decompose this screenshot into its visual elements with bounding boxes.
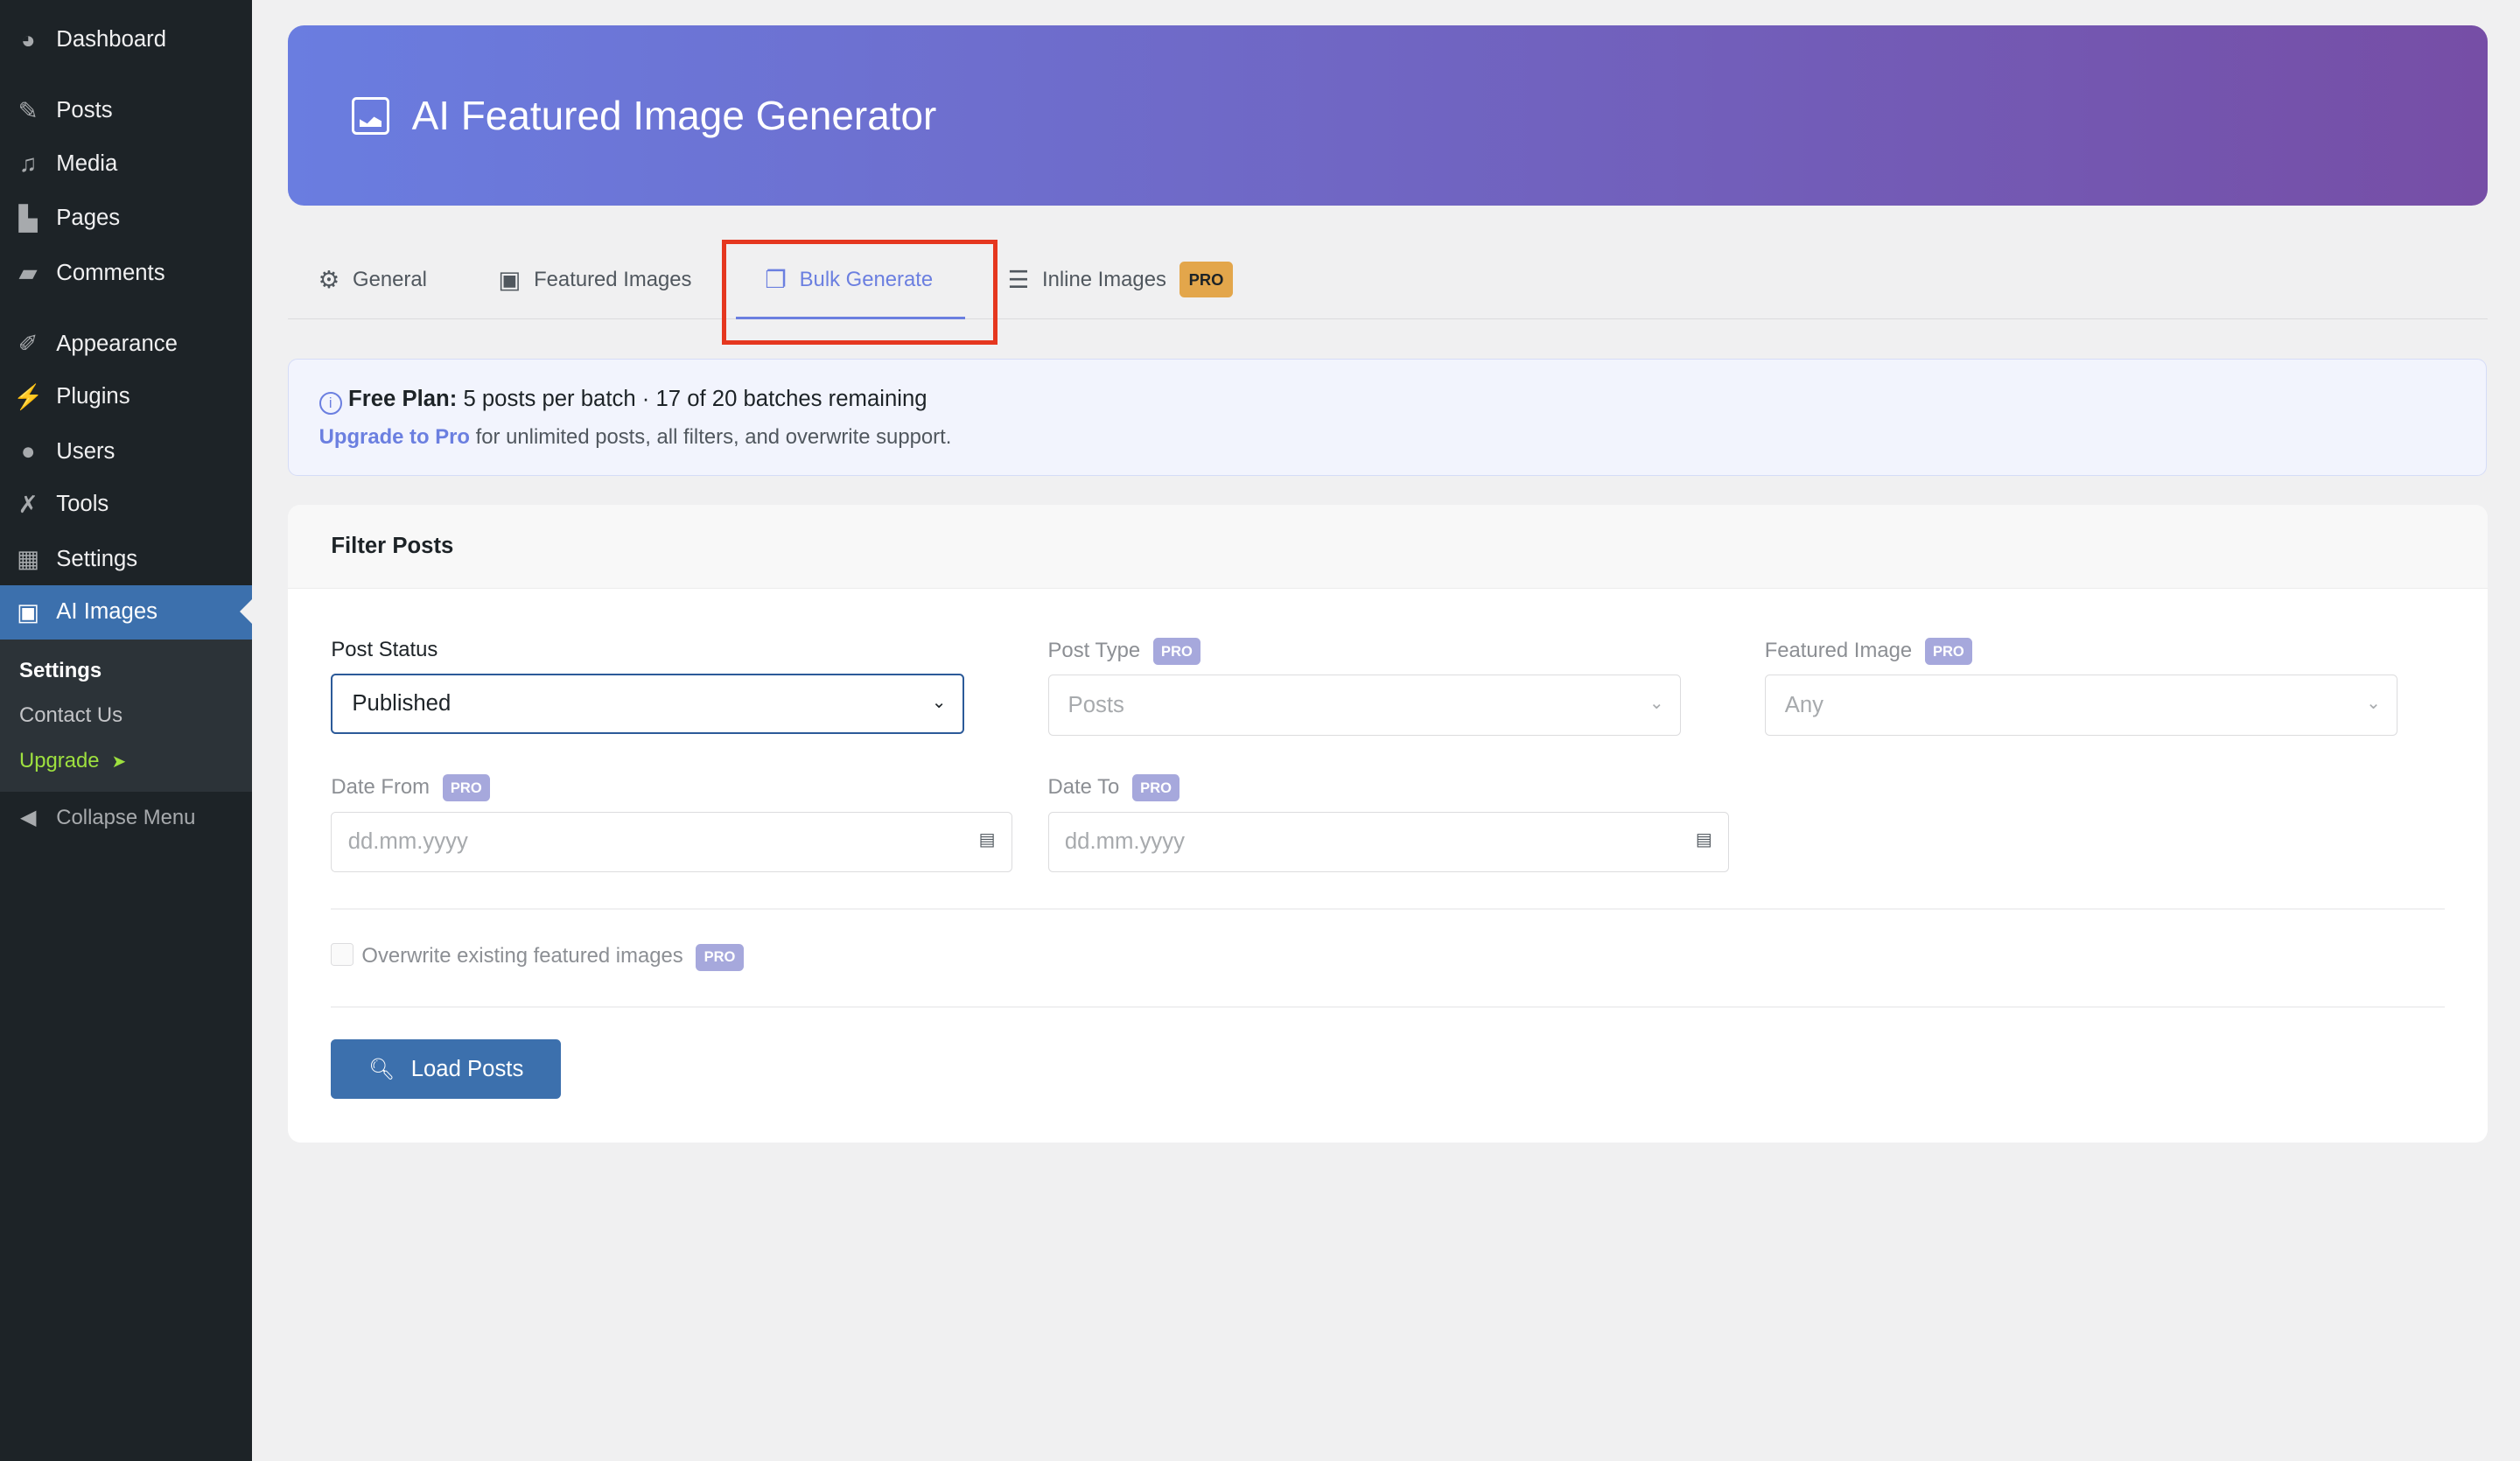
featured-image-label: Featured ImagePRO: [1765, 638, 1972, 665]
user-icon: ●: [0, 437, 56, 465]
featured-image-select[interactable]: Any⌄: [1765, 675, 2398, 736]
brush-icon: ✐: [0, 330, 56, 358]
page-title: AI Featured Image Generator: [412, 92, 937, 139]
pro-badge: PRO: [1925, 638, 1972, 665]
post-type-label: Post TypePRO: [1048, 638, 1201, 665]
sidebar-item-media[interactable]: ♫Media: [0, 136, 252, 191]
pro-badge: PRO: [1180, 262, 1234, 297]
admin-sidebar: ◕Dashboard ✎Posts ♫Media ▙Pages ▰Comment…: [0, 0, 252, 1461]
divider: [331, 908, 2444, 910]
media-icon: ♫: [0, 150, 56, 178]
overwrite-option: Overwrite existing featured imagesPRO: [331, 943, 743, 970]
sidebar-item-plugins[interactable]: ⚡Plugins: [0, 369, 252, 423]
arrow-right-icon: ➤: [112, 752, 127, 772]
sidebar-item-dashboard[interactable]: ◕Dashboard: [0, 13, 252, 67]
collapse-menu-button[interactable]: ◀Collapse Menu: [0, 791, 252, 845]
sidebar-item-ai-images[interactable]: ▣AI Images: [0, 585, 252, 640]
align-center-icon: ☰: [1008, 266, 1030, 294]
image-icon: ▣: [0, 598, 56, 626]
submenu-contact-us[interactable]: Contact Us: [19, 703, 122, 728]
tab-inline-images[interactable]: ☰Inline ImagesPRO: [1008, 241, 1234, 318]
chevron-down-icon: ⌄: [2366, 692, 2381, 714]
submenu-settings[interactable]: Settings: [19, 659, 102, 683]
pro-badge: PRO: [443, 774, 490, 801]
sidebar-item-pages[interactable]: ▙Pages: [0, 192, 252, 246]
sidebar-item-comments[interactable]: ▰Comments: [0, 246, 252, 300]
pro-badge: PRO: [696, 944, 743, 971]
date-to-input[interactable]: dd.mm.yyyy▤: [1048, 812, 1730, 873]
divider: [331, 1006, 2444, 1008]
upgrade-to-pro-link[interactable]: Upgrade to Pro: [319, 425, 470, 449]
sidebar-item-posts[interactable]: ✎Posts: [0, 84, 252, 138]
page-header: AI Featured Image Generator: [288, 25, 2488, 206]
pages-icon: ▙: [0, 205, 56, 233]
wrench-icon: ✗: [0, 491, 56, 519]
tab-bar: ⚙General ▣Featured Images ❐Bulk Generate…: [288, 241, 2488, 319]
plan-notice: iFree Plan: 5 posts per batch · 17 of 20…: [288, 359, 2487, 476]
settings-icon: ▦: [0, 545, 56, 573]
dashboard-icon: ◕: [0, 26, 56, 54]
sidebar-item-appearance[interactable]: ✐Appearance: [0, 317, 252, 371]
pro-badge: PRO: [1153, 638, 1200, 665]
tab-featured-images[interactable]: ▣Featured Images: [498, 241, 691, 318]
submenu-upgrade[interactable]: Upgrade ➤: [19, 749, 126, 773]
comment-icon: ▰: [0, 259, 56, 287]
chevron-down-icon: ⌄: [932, 691, 947, 713]
highlight-box: [722, 240, 998, 345]
image-icon: [352, 97, 389, 135]
sidebar-item-users[interactable]: ●Users: [0, 424, 252, 479]
search-icon: 🔍︎: [368, 1057, 395, 1082]
date-from-label: Date FromPRO: [331, 774, 490, 801]
card-title: Filter Posts: [288, 505, 2488, 590]
chevron-down-icon: ⌄: [1649, 692, 1664, 714]
overwrite-checkbox[interactable]: [331, 943, 354, 966]
calendar-icon: ▤: [1696, 828, 1712, 850]
collapse-icon: ◀: [0, 805, 56, 830]
pin-icon: ✎: [0, 97, 56, 125]
sidebar-item-settings[interactable]: ▦Settings: [0, 532, 252, 586]
sidebar-item-tools[interactable]: ✗Tools: [0, 477, 252, 531]
ai-images-submenu: Settings Contact Us Upgrade ➤: [0, 640, 252, 792]
info-icon: i: [319, 392, 342, 415]
calendar-icon: ▤: [979, 828, 996, 850]
post-status-label: Post Status: [331, 638, 438, 662]
plugin-icon: ⚡: [0, 382, 56, 411]
gear-icon: ⚙: [318, 266, 340, 294]
post-type-select[interactable]: Posts⌄: [1048, 675, 1682, 736]
date-to-label: Date ToPRO: [1048, 774, 1180, 801]
date-from-input[interactable]: dd.mm.yyyy▤: [331, 812, 1012, 873]
filter-posts-card: Filter Posts Post Status Published⌄ Post…: [288, 505, 2488, 1143]
load-posts-button[interactable]: 🔍︎Load Posts: [331, 1039, 561, 1099]
post-status-select[interactable]: Published⌄: [331, 674, 964, 735]
image-icon: ▣: [498, 266, 521, 294]
tab-general[interactable]: ⚙General: [318, 241, 427, 318]
pro-badge: PRO: [1132, 774, 1180, 801]
